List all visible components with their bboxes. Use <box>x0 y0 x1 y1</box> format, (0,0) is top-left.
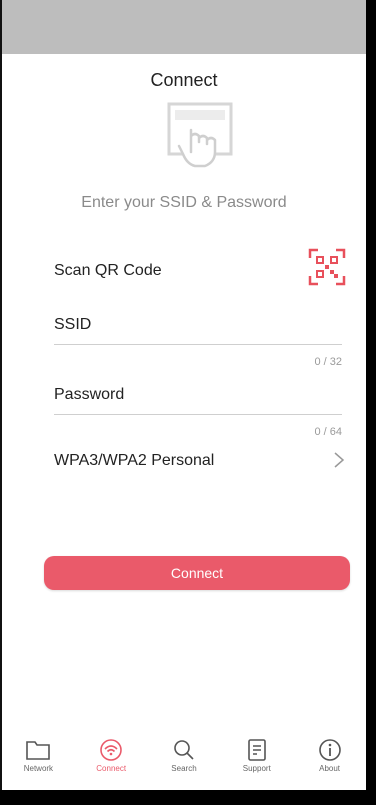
security-type-row[interactable]: WPA3/WPA2 Personal <box>54 452 346 474</box>
chevron-right-icon <box>334 452 345 468</box>
tab-label: Search <box>171 764 197 773</box>
scan-qr-row[interactable]: Scan QR Code <box>54 248 346 286</box>
tab-label: About <box>319 764 341 773</box>
hero-subtitle: Enter your SSID & Password <box>81 194 287 211</box>
password-field[interactable]: Password 0 / 64 <box>54 386 342 438</box>
ssid-counter: 0 / 32 <box>314 356 342 368</box>
ssid-field[interactable]: SSID 0 / 32 <box>54 316 342 368</box>
ssid-label: SSID <box>54 316 92 333</box>
info-icon <box>318 739 341 761</box>
tap-hand-icon <box>167 102 233 168</box>
tab-label: Network <box>23 764 54 773</box>
security-type-label: WPA3/WPA2 Personal <box>54 452 215 469</box>
system-nav-bar <box>0 790 376 805</box>
wifi-connect-icon <box>100 739 122 761</box>
password-underline <box>54 414 342 415</box>
tab-label: Support <box>242 764 271 773</box>
tab-search[interactable]: Search <box>154 738 214 773</box>
connect-button[interactable]: Connect <box>44 556 350 590</box>
app-screen: Connect Enter your SSID & Password Scan … <box>0 0 366 805</box>
folder-icon <box>26 741 51 760</box>
tab-support[interactable]: Support <box>227 738 287 773</box>
tab-network[interactable]: Network <box>8 738 68 773</box>
search-icon <box>174 740 194 760</box>
status-bar <box>2 0 366 54</box>
password-counter: 0 / 64 <box>314 426 342 438</box>
document-icon <box>247 739 266 761</box>
tab-label: Connect <box>96 764 127 773</box>
tab-about[interactable]: About <box>300 738 360 773</box>
bottom-tab-bar: Network Connect Search Support About <box>2 738 366 788</box>
page-title: Connect <box>150 70 218 90</box>
password-label: Password <box>54 386 125 403</box>
tab-connect[interactable]: Connect <box>81 738 141 773</box>
scan-qr-label: Scan QR Code <box>54 262 162 279</box>
ssid-underline <box>54 344 342 345</box>
qr-scan-icon[interactable] <box>308 248 346 286</box>
